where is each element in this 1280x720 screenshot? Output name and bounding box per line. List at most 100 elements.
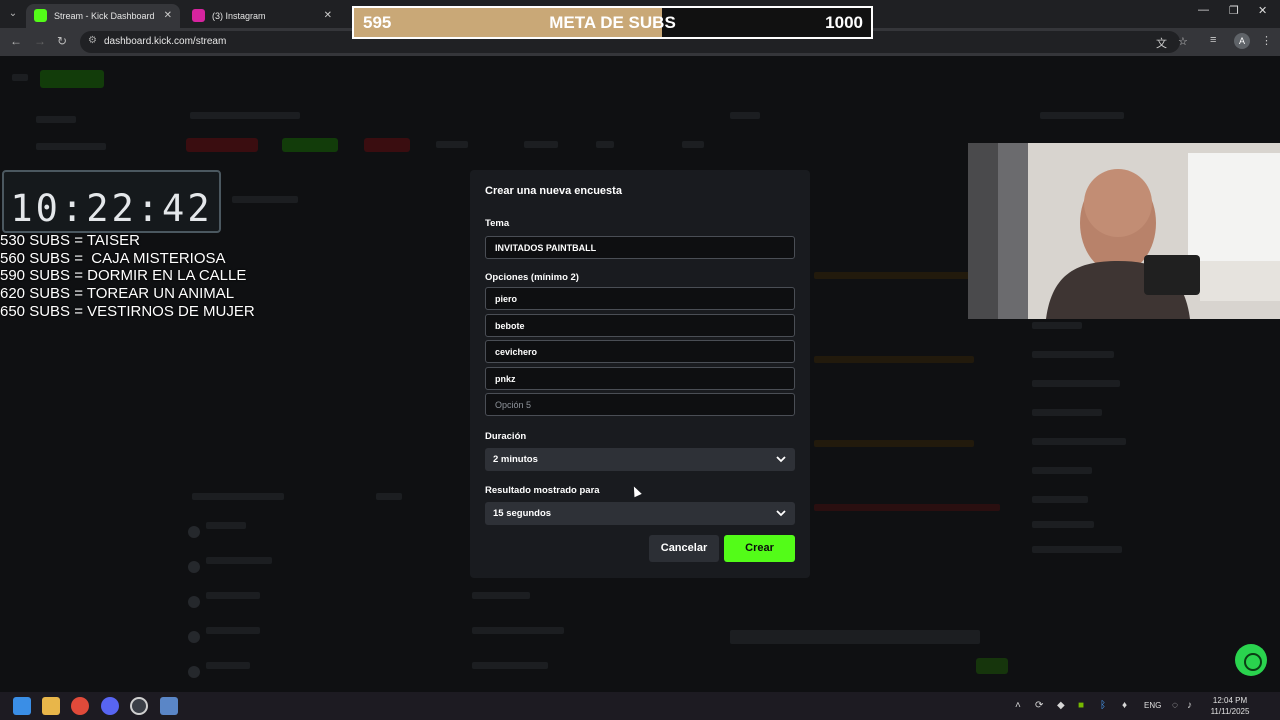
settings-item[interactable] <box>1032 322 1082 329</box>
sidebar-item-monetization[interactable] <box>36 143 106 150</box>
tab-title: (3) Instagram <box>212 11 266 21</box>
result-duration-label: Resultado mostrado para <box>485 485 600 496</box>
option-2-input[interactable] <box>485 314 795 337</box>
nvidia-icon[interactable]: ■ <box>1078 700 1084 711</box>
tab-search-icon[interactable]: ⌄ <box>4 5 22 23</box>
status-pill <box>282 138 338 152</box>
topic-input[interactable] <box>485 236 795 259</box>
sidebar-item-stream[interactable] <box>36 116 76 123</box>
settings-item[interactable] <box>1032 380 1120 387</box>
cancel-button[interactable]: Cancelar <box>649 535 719 562</box>
activity-item <box>206 592 260 599</box>
taskbar-time: 12:04 PM <box>1212 696 1248 705</box>
help-chat-button[interactable] <box>1235 644 1267 676</box>
tab-close-icon[interactable]: ✕ <box>324 4 332 28</box>
microphone-icon[interactable]: ♦ <box>1122 700 1127 711</box>
result-duration-select[interactable]: 15 segundos <box>485 502 795 525</box>
chevron-down-icon <box>776 456 786 463</box>
restore-icon[interactable]: ❐ <box>1229 4 1239 17</box>
calculator-icon[interactable] <box>160 697 178 715</box>
input-language[interactable]: ENG <box>1144 701 1161 710</box>
duration-value: 2 minutos <box>493 454 538 465</box>
sub-goal-item: 560 SUBS = CAJA MISTERIOSA <box>0 249 226 267</box>
option-4-input[interactable] <box>485 367 795 390</box>
wifi-icon[interactable]: ◌ <box>1172 700 1178 711</box>
sub-goal-item: 650 SUBS = VESTIRNOS DE MUJER <box>0 302 255 320</box>
file-explorer-icon[interactable] <box>42 697 60 715</box>
windows-taskbar: ˄ ⟳ ◆ ■ ᛒ ♦ ENG ◌ ♪ 12:04 PM 11/11/2025 <box>0 692 1280 720</box>
screen: { "browser": { "tabs": [ {"title": "Stre… <box>0 0 1280 720</box>
translate-icon[interactable]: 文 <box>1156 35 1167 51</box>
option-1-input[interactable] <box>485 287 795 310</box>
webcam-image <box>968 143 1280 319</box>
site-info-icon[interactable]: ⚙ <box>88 35 97 46</box>
chrome-icon[interactable] <box>71 697 89 715</box>
sub-goal-item: 620 SUBS = TOREAR UN ANIMAL <box>0 285 235 303</box>
tab-kick-dashboard[interactable]: Stream - Kick Dashboard ✕ <box>26 4 180 28</box>
create-button[interactable]: Crear <box>724 535 795 562</box>
menu-icon[interactable]: ⋮ <box>1261 34 1272 47</box>
settings-item[interactable] <box>1032 351 1114 358</box>
settings-item[interactable] <box>1032 521 1094 528</box>
stat-value <box>596 141 614 148</box>
tab-list-icon[interactable]: ≡ <box>1210 34 1216 46</box>
sub-goal-item: 590 SUBS = DORMIR EN LA CALLE <box>0 267 247 285</box>
close-window-icon[interactable]: ✕ <box>1258 4 1267 17</box>
sync-icon[interactable]: ⟳ <box>1035 700 1043 711</box>
duration-select[interactable]: 2 minutos <box>485 448 795 471</box>
activity-item <box>206 662 250 669</box>
settings-item[interactable] <box>1032 409 1102 416</box>
sub-goals-list: 530 SUBS = TAISER 560 SUBS = CAJA MISTER… <box>0 232 255 321</box>
activity-icon <box>188 561 200 573</box>
topic-label: Tema <box>485 218 510 229</box>
kick-favicon-icon <box>34 9 47 22</box>
url-text: dashboard.kick.com/stream <box>104 36 227 47</box>
windows-start-icon[interactable] <box>13 697 31 715</box>
minimize-icon[interactable]: — <box>1198 4 1209 16</box>
obs-icon[interactable] <box>130 697 148 715</box>
stream-clock: 10:22:42 <box>2 170 221 233</box>
chat-message <box>814 356 974 363</box>
create-poll-modal: Crear una nueva encuesta Tema Opciones (… <box>470 170 810 578</box>
activity-item <box>206 557 272 564</box>
activity-icon <box>188 596 200 608</box>
tab-close-icon[interactable]: ✕ <box>164 4 172 28</box>
option-5-input[interactable] <box>485 393 795 416</box>
filter-button[interactable] <box>376 493 402 500</box>
chat-message <box>814 440 974 447</box>
tab-instagram[interactable]: (3) Instagram ✕ <box>184 4 340 28</box>
profile-avatar[interactable]: A <box>1234 33 1250 49</box>
activity-icon <box>188 526 200 538</box>
activity-item <box>472 627 564 634</box>
sub-goal-bar: META DE SUBS 595 1000 <box>352 6 873 39</box>
chevron-down-icon <box>776 510 786 517</box>
chat-input[interactable] <box>730 630 980 644</box>
tray-overflow-icon[interactable]: ˄ <box>1015 700 1021 711</box>
status-pill <box>364 138 410 152</box>
discord-icon[interactable] <box>101 697 119 715</box>
stream-info-header <box>190 112 300 119</box>
bluetooth-icon[interactable]: ᛒ <box>1100 700 1106 711</box>
chat-send-button[interactable] <box>976 658 1008 674</box>
taskbar-date: 11/11/2025 <box>1210 707 1250 716</box>
settings-item[interactable] <box>1032 438 1126 445</box>
activity-feed-header <box>192 493 284 500</box>
reload-icon[interactable]: ↻ <box>57 34 67 48</box>
chat-message <box>814 504 1000 511</box>
chat-header <box>730 112 760 119</box>
settings-item[interactable] <box>1032 496 1088 503</box>
tab-title: Stream - Kick Dashboard <box>54 11 155 21</box>
network-app-icon[interactable]: ◆ <box>1057 700 1065 711</box>
volume-icon[interactable]: ♪ <box>1187 700 1192 711</box>
stat-value <box>524 141 558 148</box>
forward-icon[interactable]: → <box>34 34 46 48</box>
option-3-input[interactable] <box>485 340 795 363</box>
bookmark-star-icon[interactable]: ☆ <box>1178 35 1188 48</box>
hamburger-icon[interactable] <box>12 74 28 81</box>
settings-item[interactable] <box>1032 467 1092 474</box>
taskbar-clock[interactable]: 12:04 PM 11/11/2025 <box>1200 695 1260 717</box>
back-icon[interactable]: ← <box>10 34 22 48</box>
duration-label: Duración <box>485 431 527 442</box>
sub-goal-current: 595 <box>363 13 392 32</box>
settings-item[interactable] <box>1032 546 1122 553</box>
